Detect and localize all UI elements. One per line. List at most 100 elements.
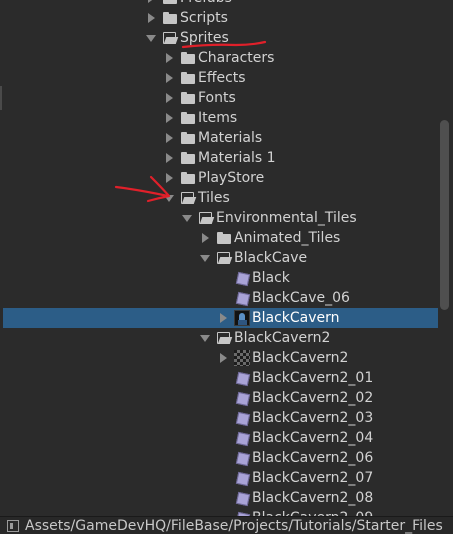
- asset-file-icon: [7, 519, 19, 532]
- tree-item-prefabs[interactable]: Prefabs: [0, 0, 438, 8]
- folder-closed-icon: [180, 170, 196, 186]
- tree-item-blackcavern2-04[interactable]: BlackCavern2_04: [0, 428, 438, 448]
- tree-item-effects[interactable]: Effects: [0, 68, 438, 88]
- tree-item-label: BlackCavern2_02: [252, 390, 374, 406]
- vertical-scrollbar[interactable]: [438, 0, 453, 516]
- tile-asset-icon: [234, 430, 250, 446]
- tree-item-label: BlackCavern2_01: [252, 370, 374, 386]
- expand-arrow-icon[interactable]: [145, 0, 159, 8]
- expand-arrow-icon[interactable]: [163, 128, 177, 148]
- expand-arrow-icon[interactable]: [163, 48, 177, 68]
- tree-item-blackcave[interactable]: BlackCave: [0, 248, 438, 268]
- folder-closed-icon: [180, 70, 196, 86]
- folder-closed-icon: [162, 0, 178, 6]
- expand-arrow-icon[interactable]: [217, 308, 231, 328]
- tree-item-environmental-tiles[interactable]: Environmental_Tiles: [0, 208, 438, 228]
- tree-item-label: Black: [252, 270, 290, 286]
- tree-item-materials-1[interactable]: Materials 1: [0, 148, 438, 168]
- tree-item-blackcavern2-01[interactable]: BlackCavern2_01: [0, 368, 438, 388]
- tree-item-label: Characters: [198, 50, 275, 66]
- tree-item-label: BlackCavern2: [234, 330, 331, 346]
- collapse-arrow-icon[interactable]: [199, 248, 213, 268]
- tree-item-label: BlackCavern2_09: [252, 508, 373, 516]
- tile-asset-icon: [234, 490, 250, 506]
- tile-asset-icon: [234, 390, 250, 406]
- tree-item-label: BlackCavern2: [252, 350, 349, 366]
- collapse-arrow-icon[interactable]: [163, 188, 177, 208]
- tree-item-label: Animated_Tiles: [234, 230, 341, 246]
- folder-open-icon: [162, 30, 178, 46]
- tree-item-blackcavern2-07[interactable]: BlackCavern2_07: [0, 468, 438, 488]
- panel-resize-edge[interactable]: [0, 86, 2, 110]
- collapse-arrow-icon[interactable]: [199, 328, 213, 348]
- tile-asset-icon: [234, 450, 250, 466]
- folder-open-icon: [216, 250, 232, 266]
- tree-item-black[interactable]: Black: [0, 268, 438, 288]
- folder-open-icon: [198, 210, 214, 226]
- folder-open-icon: [180, 190, 196, 206]
- folder-closed-icon: [216, 230, 232, 246]
- tree-item-label: BlackCave_06: [252, 290, 350, 306]
- tree-item-label: BlackCavern2_03: [252, 410, 374, 426]
- folder-open-icon: [216, 330, 232, 346]
- expand-arrow-icon[interactable]: [163, 88, 177, 108]
- tree-item-label: Materials 1: [198, 150, 276, 166]
- tree-item-items[interactable]: Items: [0, 108, 438, 128]
- collapse-arrow-icon[interactable]: [145, 28, 159, 48]
- tree-item-materials[interactable]: Materials: [0, 128, 438, 148]
- folder-closed-icon: [180, 50, 196, 66]
- tile-asset-icon: [234, 370, 250, 386]
- tree-item-label: Environmental_Tiles: [216, 210, 357, 226]
- collapse-arrow-icon[interactable]: [181, 208, 195, 228]
- expand-arrow-icon[interactable]: [163, 168, 177, 188]
- tree-item-blackcavern2-02[interactable]: BlackCavern2_02: [0, 388, 438, 408]
- tile-asset-icon: [234, 270, 250, 286]
- tree-item-characters[interactable]: Characters: [0, 48, 438, 68]
- tree-item-label: Effects: [198, 70, 246, 86]
- tree-item-fonts[interactable]: Fonts: [0, 88, 438, 108]
- tree-item-label: Sprites: [180, 30, 229, 46]
- expand-arrow-icon[interactable]: [217, 348, 231, 368]
- tree-item-blackcavern-selected[interactable]: BlackCavern: [3, 308, 438, 328]
- folder-closed-icon: [180, 110, 196, 126]
- tree-item-label: Materials: [198, 130, 263, 146]
- tree-item-blackcavern2-08[interactable]: BlackCavern2_08: [0, 488, 438, 508]
- tree-item-label: BlackCavern2_04: [252, 430, 374, 446]
- expand-arrow-icon[interactable]: [163, 68, 177, 88]
- tree-item-label: Tiles: [198, 190, 230, 206]
- sprite-sheet-icon: [234, 350, 250, 366]
- expand-arrow-icon[interactable]: [199, 228, 213, 248]
- sprite-character-icon: [234, 310, 250, 326]
- path-status-bar: Assets/GameDevHQ/FileBase/Projects/Tutor…: [0, 516, 453, 534]
- tree-item-label: BlackCavern: [252, 310, 340, 326]
- tree-item-blackcavern2-spritesheet[interactable]: BlackCavern2: [0, 348, 438, 368]
- tree-item-sprites[interactable]: Sprites: [0, 28, 438, 48]
- tree-item-playstore[interactable]: PlayStore: [0, 168, 438, 188]
- tree-item-label: BlackCavern2_06: [252, 450, 374, 466]
- tree-item-blackcavern2-09[interactable]: BlackCavern2_09: [0, 508, 438, 516]
- expand-arrow-icon[interactable]: [145, 8, 159, 28]
- tree-item-label: Fonts: [198, 90, 236, 106]
- tree-item-label: BlackCave: [234, 250, 308, 266]
- tile-asset-icon: [234, 290, 250, 306]
- tree-item-label: BlackCavern2_07: [252, 470, 374, 486]
- tree-item-blackcavern2-03[interactable]: BlackCavern2_03: [0, 408, 438, 428]
- tree-item-label: Items: [198, 110, 238, 126]
- asset-path-text: Assets/GameDevHQ/FileBase/Projects/Tutor…: [25, 517, 443, 534]
- scrollbar-thumb[interactable]: [440, 120, 449, 310]
- tree-item-animated-tiles[interactable]: Animated_Tiles: [0, 228, 438, 248]
- tree-item-scripts[interactable]: Scripts: [0, 8, 438, 28]
- folder-closed-icon: [180, 150, 196, 166]
- folder-closed-icon: [162, 10, 178, 26]
- folder-closed-icon: [180, 130, 196, 146]
- tree-item-tiles[interactable]: Tiles: [0, 188, 438, 208]
- expand-arrow-icon[interactable]: [163, 148, 177, 168]
- tree-item-label: BlackCavern2_08: [252, 490, 374, 506]
- expand-arrow-icon[interactable]: [163, 108, 177, 128]
- tree-item-blackcave-06[interactable]: BlackCave_06: [0, 288, 438, 308]
- tree-item-label: Scripts: [180, 10, 228, 26]
- tree-item-blackcavern2-folder[interactable]: BlackCavern2: [0, 328, 438, 348]
- tree-item-blackcavern2-06[interactable]: BlackCavern2_06: [0, 448, 438, 468]
- project-folder-tree: Prefabs Scripts Sprites Characters Effec…: [0, 0, 438, 516]
- tile-asset-icon: [234, 410, 250, 426]
